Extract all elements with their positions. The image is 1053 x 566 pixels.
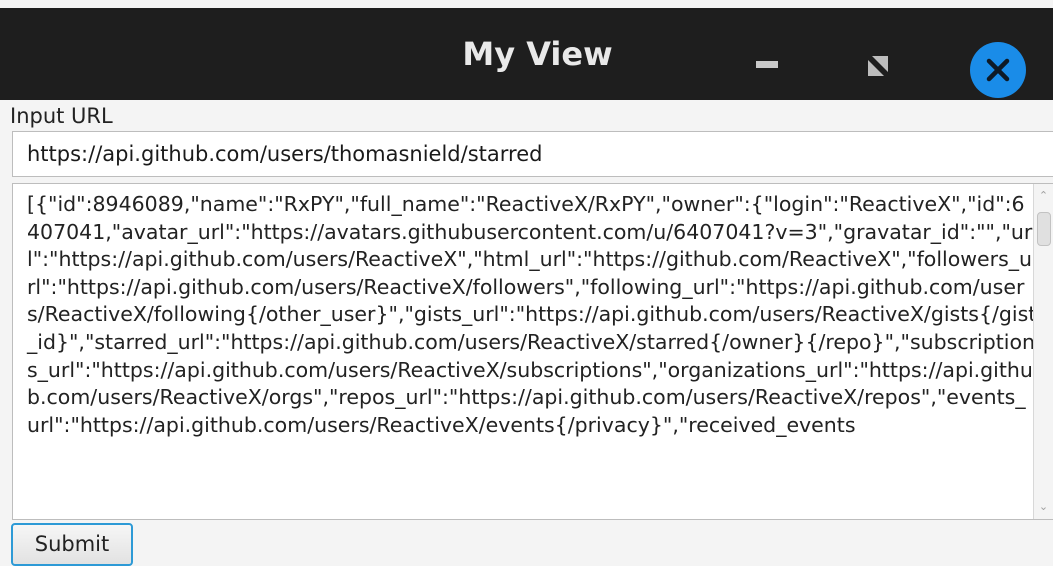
minimize-icon (756, 61, 778, 68)
scroll-thumb[interactable] (1037, 212, 1051, 246)
minimize-button[interactable] (747, 52, 787, 80)
response-text: [{"id":8946089,"name":"RxPY","full_name"… (27, 192, 1037, 437)
maximize-icon (868, 56, 888, 76)
url-input[interactable] (12, 131, 1053, 177)
app-window: My View Input URL [{"id":8946089,"name":… (0, 0, 1053, 566)
content-pane: Input URL [{"id":8946089,"name":"RxPY","… (0, 100, 1053, 566)
submit-button[interactable]: Submit (11, 523, 133, 566)
maximize-button[interactable] (858, 48, 898, 84)
close-button[interactable] (970, 42, 1026, 98)
scroll-down-icon[interactable]: ⌄ (1034, 499, 1053, 515)
response-text-area[interactable]: [{"id":8946089,"name":"RxPY","full_name"… (12, 183, 1053, 520)
input-url-label: Input URL (10, 104, 113, 128)
vertical-scrollbar[interactable]: ⌃ ⌄ (1033, 184, 1053, 519)
scroll-up-icon[interactable]: ⌃ (1034, 188, 1053, 204)
title-bar[interactable]: My View (0, 8, 1053, 100)
close-icon (986, 58, 1010, 82)
